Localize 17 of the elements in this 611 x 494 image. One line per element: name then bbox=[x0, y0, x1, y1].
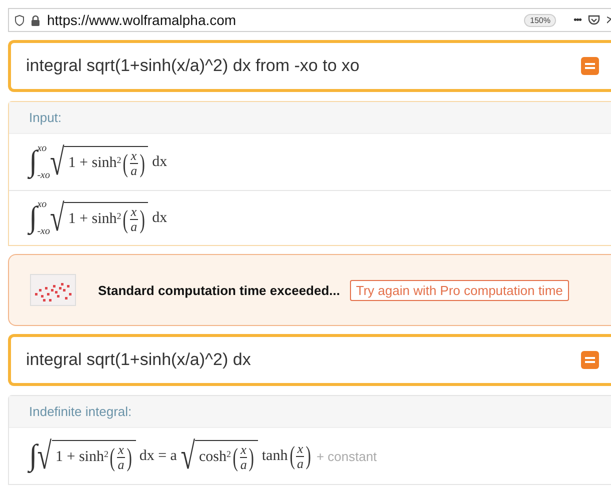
menu-icon bbox=[585, 62, 595, 70]
shield-icon bbox=[15, 14, 24, 26]
lock-icon bbox=[31, 14, 40, 26]
pocket-icon[interactable] bbox=[588, 14, 600, 26]
menu-button[interactable] bbox=[581, 351, 599, 369]
pod-title: Indefinite integral: bbox=[29, 404, 132, 419]
computation-grid-icon bbox=[30, 274, 76, 306]
search-field[interactable]: integral sqrt(1+sinh(x/a)^2) dx bbox=[8, 334, 611, 386]
error-message: Standard computation time exceeded... bbox=[98, 282, 340, 298]
pod-title: Input: bbox=[29, 110, 62, 125]
address-bar[interactable]: https://www.wolframalpha.com 150% ••• bbox=[8, 8, 611, 32]
zoom-level[interactable]: 150% bbox=[524, 14, 556, 26]
menu-dots[interactable]: ••• bbox=[573, 14, 581, 26]
menu-button[interactable] bbox=[581, 57, 599, 75]
menu-icon bbox=[585, 356, 595, 364]
url-text: https://www.wolframalpha.com bbox=[47, 12, 238, 28]
search-field[interactable]: integral sqrt(1+sinh(x/a)^2) dx from -xo to xo bbox=[8, 40, 611, 92]
